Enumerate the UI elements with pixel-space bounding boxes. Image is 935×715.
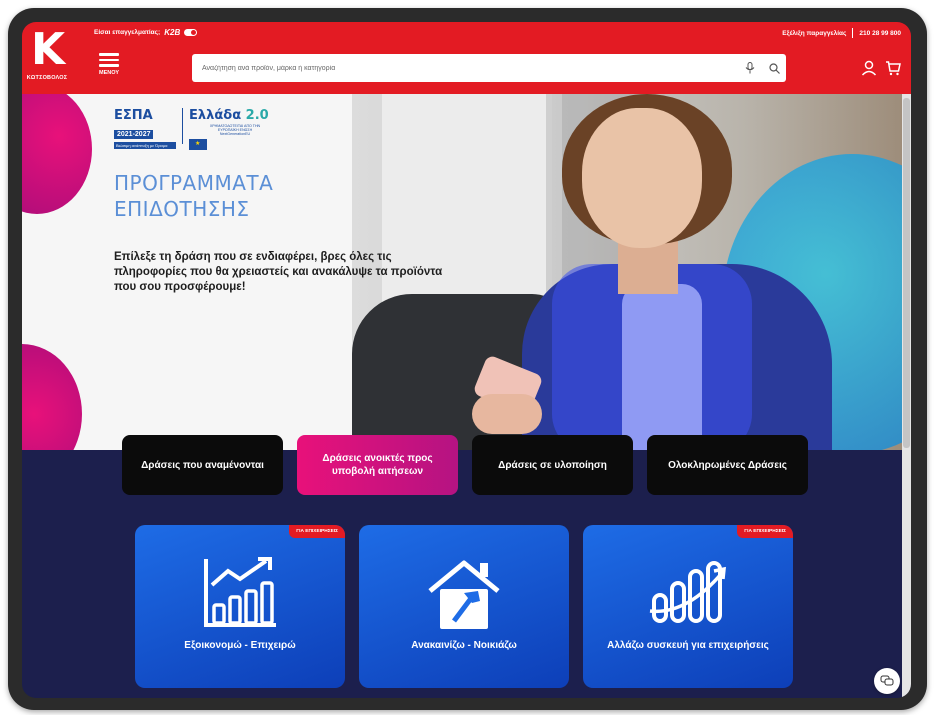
tab-in-progress[interactable]: Δράσεις σε υλοποίηση	[472, 435, 633, 495]
menu-button[interactable]: ΜΕΝΟΥ	[92, 50, 126, 86]
tab-open[interactable]: Δράσεις ανοικτές προς υποβολή αιτήσεων	[297, 435, 458, 495]
divider	[852, 28, 854, 38]
search-input[interactable]	[202, 64, 738, 72]
mic-icon[interactable]	[738, 54, 762, 82]
greece-title: Ελλάδα	[189, 108, 242, 123]
cart-icon[interactable]	[885, 60, 901, 76]
espa-logos: ΕΣΠΑ 2021-2027 Βιώσιμη ανάπτυξη με Όραμα…	[114, 108, 269, 155]
business-badge: ΓΙΑ ΕΠΙΧΕΙΡΗΣΕΙΣ	[737, 525, 793, 538]
top-utility-links: Εξέλιξη παραγγελίας 210 28 99 800	[782, 28, 901, 38]
hamburger-bar	[99, 64, 119, 67]
woman-face	[582, 108, 702, 248]
hero-title-line1: ΠΡΟΓΡΑΜΜΑΤΑ	[114, 171, 274, 195]
header-actions	[861, 60, 901, 76]
k2b-brand: K2B	[164, 28, 181, 37]
menu-label: ΜΕΝΟΥ	[98, 69, 119, 76]
card-exoikonomo-epixeiro[interactable]: ΓΙΑ ΕΠΙΧΕΙΡΗΣΕΙΣ Εξοικονομώ - Επιχειρώ	[135, 525, 345, 688]
greece-version: 2.0	[245, 108, 269, 123]
search-bar	[192, 54, 786, 82]
card-anakainizo-noikiazo[interactable]: Ανακαινίζω - Νοικιάζω	[359, 525, 569, 688]
hero-banner: ΕΣΠΑ 2021-2027 Βιώσιμη ανάπτυξη με Όραμα…	[22, 94, 910, 450]
hero-title-line2: ΕΠΙΔΟΤΗΣΗΣ	[114, 197, 250, 221]
user-icon[interactable]	[861, 60, 877, 76]
card-label: Εξοικονομώ - Επιχειρώ	[184, 640, 296, 651]
site-header: K ΚΩΤΣΟΒΟΛΟΣ Είσαι επαγγελματίας; K2B Εξ…	[22, 22, 911, 94]
espa-logo: ΕΣΠΑ 2021-2027 Βιώσιμη ανάπτυξη με Όραμα	[114, 108, 176, 149]
greece-sub: ΧΡΗΜΑΤΟΔΟΤΕΙΤΑΙ ΑΠΟ ΤΗΝ ΕΥΡΩΠΑΪΚΗ ΕΝΩΣΗ …	[209, 124, 261, 136]
eu-flag-icon	[189, 139, 207, 150]
hamburger-bar	[99, 58, 119, 61]
house-hammer-icon	[428, 560, 500, 629]
logo-letter: K	[30, 24, 65, 75]
phone-number[interactable]: 210 28 99 800	[859, 30, 901, 37]
order-tracking-link[interactable]: Εξέλιξη παραγγελίας	[782, 30, 846, 37]
page-scrollbar[interactable]	[902, 94, 911, 698]
chat-icon	[880, 675, 894, 686]
hero-description: Επίλεξε τη δράση που σε ενδιαφέρει, βρες…	[114, 251, 443, 293]
search-icon[interactable]	[762, 54, 786, 82]
coins-growth-icon	[649, 561, 726, 623]
scrollbar-thumb[interactable]	[903, 98, 910, 448]
pink-blob-top	[22, 94, 92, 214]
espa-tagline: Βιώσιμη ανάπτυξη με Όραμα	[114, 142, 176, 149]
program-cards: ΓΙΑ ΕΠΙΧΕΙΡΗΣΕΙΣ Εξοικονομώ - Επιχειρώ Α…	[135, 525, 793, 688]
tab-expected[interactable]: Δράσεις που αναμένονται	[122, 435, 283, 495]
espa-title: ΕΣΠΑ	[114, 108, 153, 123]
browser-screen: K ΚΩΤΣΟΒΟΛΟΣ Είσαι επαγγελματίας; K2B Εξ…	[22, 22, 911, 698]
espa-years: 2021-2027	[114, 130, 154, 139]
business-badge: ΓΙΑ ΕΠΙΧΕΙΡΗΣΕΙΣ	[289, 525, 345, 538]
card-allazo-syskeui[interactable]: ΓΙΑ ΕΠΙΧΕΙΡΗΣΕΙΣ Αλλάζω συσκευή για επιχ…	[583, 525, 793, 688]
growth-chart-icon	[204, 557, 276, 627]
hamburger-icon	[99, 53, 119, 56]
divider	[182, 108, 183, 144]
pro-switch-row: Είσαι επαγγελματίας; K2B	[94, 28, 198, 37]
greece-logo-title: Ελλάδα 2.0	[189, 108, 269, 123]
pro-prompt: Είσαι επαγγελματίας;	[94, 29, 161, 36]
card-label: Αλλάζω συσκευή για επιχειρήσεις	[607, 640, 769, 651]
site-logo[interactable]: K ΚΩΤΣΟΒΟΛΟΣ	[26, 28, 68, 84]
hero-title: ΠΡΟΓΡΑΜΜΑΤΑ ΕΠΙΔΟΤΗΣΗΣ	[114, 170, 273, 222]
chat-button[interactable]	[874, 668, 900, 694]
device-frame: K ΚΩΤΣΟΒΟΛΟΣ Είσαι επαγγελματίας; K2B Εξ…	[8, 8, 927, 710]
logo-name: ΚΩΤΣΟΒΟΛΟΣ	[26, 75, 68, 81]
hand	[472, 394, 542, 434]
action-tabs: Δράσεις που αναμένονται Δράσεις ανοικτές…	[122, 435, 808, 495]
tab-completed[interactable]: Ολοκληρωμένες Δράσεις	[647, 435, 808, 495]
card-label: Ανακαινίζω - Νοικιάζω	[411, 640, 517, 651]
pro-toggle[interactable]	[184, 29, 198, 36]
pink-blob-bottom	[22, 344, 82, 450]
greece-2-logo: Ελλάδα 2.0 ΧΡΗΜΑΤΟΔΟΤΕΙΤΑΙ ΑΠΟ ΤΗΝ ΕΥΡΩΠ…	[189, 108, 269, 155]
